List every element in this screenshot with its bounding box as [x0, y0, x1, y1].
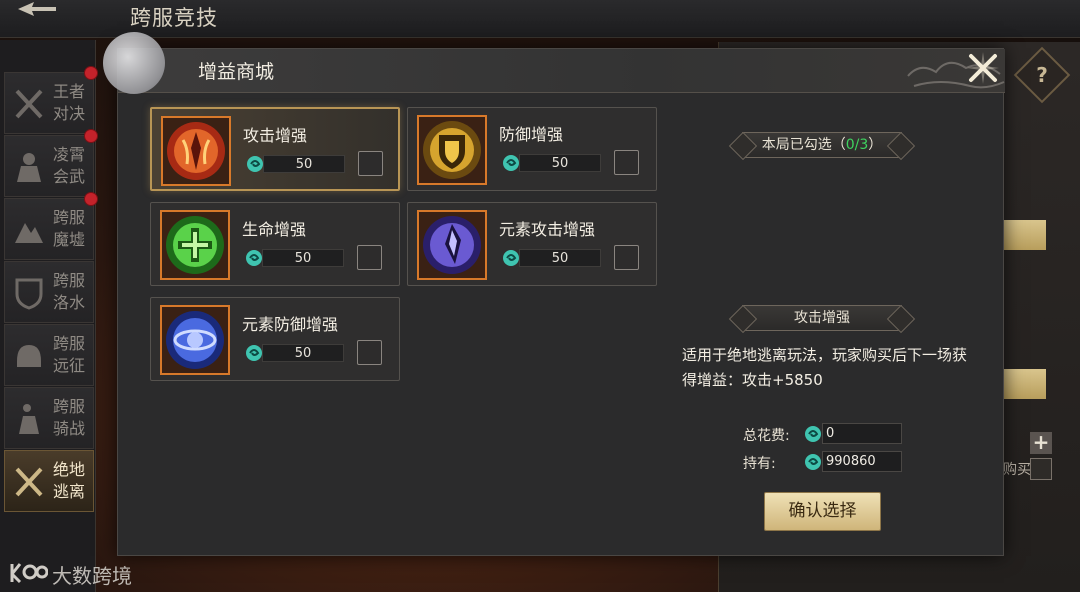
warrior-icon	[17, 153, 41, 182]
question-icon: ?	[1036, 63, 1048, 87]
item-checkbox[interactable]	[614, 150, 639, 175]
gem-currency-icon	[246, 250, 262, 266]
top-bar: 跨服竞技	[0, 0, 1080, 38]
item-price: 50	[519, 249, 601, 267]
item-checkbox[interactable]	[358, 151, 383, 176]
sidebar-item-juedi[interactable]: 绝地逃离	[4, 450, 94, 512]
notification-badge	[84, 66, 98, 80]
detail-description: 适用于绝地逃离玩法，玩家购买后下一场获得增益：攻击+5850	[682, 346, 968, 389]
sidebar-item-label: 跨服洛水	[53, 271, 86, 312]
crossed-swords-icon	[15, 467, 43, 497]
item-card-defense[interactable]: 防御增强 50	[407, 107, 657, 191]
item-card-elemental-attack[interactable]: 元素攻击增强 50	[407, 202, 657, 286]
gem-currency-icon	[247, 156, 263, 172]
sidebar-item-label: 跨服魔墟	[53, 208, 86, 249]
sidebar-item-wangzhe[interactable]: 王者对决	[4, 72, 94, 134]
notification-badge	[84, 192, 98, 206]
watermark-logo-icon	[10, 563, 48, 584]
sidebar-item-label: 跨服骑战	[53, 397, 86, 438]
horseman-icon	[19, 404, 39, 434]
holding-value: 990860	[822, 451, 902, 472]
watermark-text: 大数跨境	[52, 564, 132, 588]
item-price: 50	[263, 155, 345, 173]
sidebar-item-yuanzheng[interactable]: 跨服远征	[4, 324, 94, 386]
item-name: 元素防御增强	[242, 315, 339, 334]
item-price: 50	[262, 344, 344, 362]
gem-currency-icon	[503, 250, 519, 266]
background-button[interactable]	[1000, 369, 1046, 399]
item-card-health[interactable]: 生命增强 50	[150, 202, 400, 286]
game-screen: 跨服竞技 王者对决 凌霄会武 跨服魔墟 跨服洛水 跨服远征 跨服骑战 绝地逃离 …	[0, 0, 1080, 592]
sidebar-item-luoshui[interactable]: 跨服洛水	[4, 261, 94, 323]
plus-icon[interactable]: +	[1030, 432, 1052, 454]
selected-count-value: 0/3	[845, 137, 869, 153]
selected-count-suffix: ）	[868, 137, 883, 153]
gem-currency-icon	[805, 454, 821, 470]
item-checkbox[interactable]	[357, 245, 382, 270]
gem-currency-icon	[805, 426, 821, 442]
sidebar-item-label: 王者对决	[53, 82, 86, 123]
crossed-swords-icon	[15, 89, 43, 119]
total-cost-value: 0	[822, 423, 902, 444]
selected-count-label: 本局已勾选（	[761, 137, 846, 153]
item-name: 生命增强	[242, 220, 307, 239]
helmet-icon	[17, 345, 41, 367]
sidebar-item-label: 绝地逃离	[53, 460, 86, 501]
attack-boost-icon	[161, 116, 231, 186]
item-price: 50	[262, 249, 344, 267]
gem-currency-icon	[246, 345, 262, 361]
item-name: 防御增强	[499, 125, 564, 144]
item-name: 攻击增强	[243, 126, 308, 145]
sidebar-item-moxu[interactable]: 跨服魔墟	[4, 198, 94, 260]
page-title: 跨服竞技	[130, 6, 218, 30]
detail-title-ribbon: 攻击增强	[742, 305, 902, 331]
sidebar-item-label: 跨服远征	[53, 334, 86, 375]
buy-checkbox[interactable]	[1030, 458, 1052, 480]
gem-currency-icon	[503, 155, 519, 171]
confirm-selection-button[interactable]: 确认选择	[764, 492, 881, 531]
background-button[interactable]	[1000, 220, 1046, 250]
item-name: 元素攻击增强	[499, 220, 596, 239]
defense-boost-icon	[417, 115, 487, 185]
elemental-attack-icon	[417, 210, 487, 280]
health-boost-icon	[160, 210, 230, 280]
item-card-elemental-defense[interactable]: 元素防御增强 50	[150, 297, 400, 381]
notification-badge	[84, 129, 98, 143]
item-price: 50	[519, 154, 601, 172]
sidebar-item-qizhan[interactable]: 跨服骑战	[4, 387, 94, 449]
close-icon[interactable]	[965, 50, 1001, 86]
holding-label: 持有:	[743, 456, 776, 472]
item-checkbox[interactable]	[357, 340, 382, 365]
sidebar: 王者对决 凌霄会武 跨服魔墟 跨服洛水 跨服远征 跨服骑战 绝地逃离	[0, 40, 98, 592]
elemental-defense-icon	[160, 305, 230, 375]
shield-icon	[15, 278, 43, 310]
detail-title: 攻击增强	[794, 310, 850, 326]
item-card-attack[interactable]: 攻击增强 50	[150, 107, 400, 191]
buy-label: 购买	[1003, 462, 1031, 478]
sidebar-item-label: 凌霄会武	[53, 145, 86, 186]
total-cost-label: 总花费:	[743, 428, 790, 444]
item-checkbox[interactable]	[614, 245, 639, 270]
back-arrow-icon[interactable]	[14, 0, 60, 22]
sidebar-item-lingxiao[interactable]: 凌霄会武	[4, 135, 94, 197]
selected-count-ribbon: 本局已勾选（0/3）	[742, 132, 902, 158]
dialog-title: 增益商城	[198, 61, 275, 83]
moon-emblem-icon	[103, 32, 165, 94]
mountain-icon	[15, 223, 43, 243]
